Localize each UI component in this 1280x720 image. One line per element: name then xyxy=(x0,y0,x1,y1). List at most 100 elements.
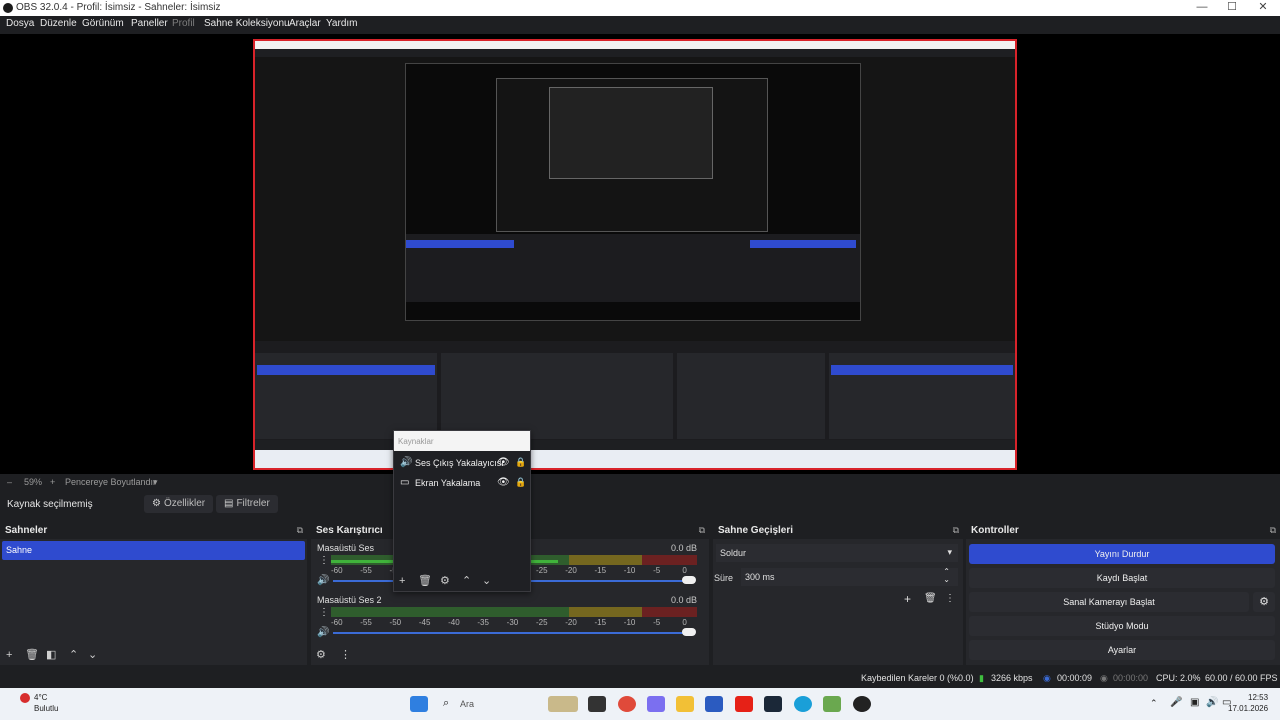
gear-icon[interactable]: ⚙ xyxy=(440,574,450,587)
source-toolbar: Kaynak seçilmemiş ⚙ Özellikler ▤ Filtreler xyxy=(0,492,1280,516)
menu-view[interactable]: Görünüm xyxy=(82,18,124,29)
trash-icon[interactable]: 🗑 xyxy=(924,593,937,604)
preview-canvas[interactable] xyxy=(253,39,1017,470)
speaker-icon[interactable]: 🔊 xyxy=(317,627,329,638)
move-down-icon[interactable]: ⌄ xyxy=(482,574,491,587)
tray-mic-icon[interactable]: 🎤 xyxy=(1170,697,1182,708)
mixer-settings-icon[interactable]: ⚙ xyxy=(316,648,326,661)
weather-temp: 4°C xyxy=(34,693,48,702)
maximize-button[interactable]: ☐ xyxy=(1219,1,1245,15)
gear-icon[interactable]: ⚙ xyxy=(1253,592,1275,612)
close-button[interactable]: ✕ xyxy=(1250,1,1276,15)
status-bar: Kaybedilen Kareler 0 (%0.0) ▮ 3266 kbps … xyxy=(0,668,1280,688)
add-transition-icon[interactable]: + xyxy=(904,592,911,606)
steam-icon[interactable] xyxy=(764,696,782,712)
menu-docks[interactable]: Paneller xyxy=(131,18,168,29)
zoom-out-button[interactable]: – xyxy=(7,477,12,487)
menu-scene-collection[interactable]: Sahne Koleksiyonu xyxy=(204,18,290,29)
volume-slider[interactable] xyxy=(333,632,689,634)
menu-profile[interactable]: Profil xyxy=(172,18,195,29)
scenes-dock: Sahneler ⧉ Sahne + 🗑 ◧ ⌃ ⌄ xyxy=(0,521,307,665)
studio-mode-button[interactable]: Stüdyo Modu xyxy=(969,616,1275,636)
chevron-down-icon: ▾ xyxy=(947,547,952,557)
sources-floating-dock: Kaynaklar 🔊 Ses Çıkış Yakalayıcısı 👁 🔒 ▭… xyxy=(393,430,531,592)
kebab-icon[interactable]: ⋮ xyxy=(319,555,329,566)
copilot-icon[interactable] xyxy=(647,696,665,712)
filter-icon: ▤ xyxy=(224,498,234,509)
eye-icon[interactable]: 👁 xyxy=(497,457,510,468)
zoom-in-button[interactable]: + xyxy=(50,477,55,487)
filters-button[interactable]: ▤ Filtreler xyxy=(216,495,278,513)
chrome-icon[interactable] xyxy=(618,696,636,712)
speaker-icon[interactable]: 🔊 xyxy=(317,575,329,586)
source-item[interactable]: 🔊 Ses Çıkış Yakalayıcısı 👁 🔒 xyxy=(394,454,530,472)
tray-network-icon[interactable]: ▣ xyxy=(1190,697,1199,708)
undock-icon[interactable]: ⧉ xyxy=(699,525,705,536)
bitrate: 3266 kbps xyxy=(991,673,1033,683)
fps: 60.00 / 60.00 FPS xyxy=(1205,673,1278,683)
sources-title: Kaynaklar xyxy=(394,431,530,451)
store-icon[interactable] xyxy=(705,696,723,712)
minimize-button[interactable]: — xyxy=(1189,1,1215,15)
preview-mixer-col xyxy=(441,353,673,439)
undock-icon[interactable]: ⧉ xyxy=(1270,525,1276,536)
trash-icon[interactable]: 🗑 xyxy=(25,648,39,661)
start-virtual-camera-button[interactable]: Sanal Kamerayı Başlat xyxy=(969,592,1249,612)
tray-volume-icon[interactable]: 🔊 xyxy=(1206,697,1218,708)
folder-icon[interactable] xyxy=(676,696,694,712)
spin-arrows-icon[interactable]: ⌃ ⌄ xyxy=(943,568,950,584)
chevron-down-icon[interactable]: ▾ xyxy=(153,477,158,488)
preview-nested-stream-bar xyxy=(750,240,856,248)
duration-value: 300 ms xyxy=(745,572,775,582)
obs-taskbar-icon[interactable] xyxy=(853,696,871,712)
kebab-icon[interactable]: ⋮ xyxy=(945,593,955,604)
edge-icon[interactable] xyxy=(794,696,812,712)
duration-label: Süre xyxy=(714,573,734,583)
menu-tools[interactable]: Araçlar xyxy=(289,18,321,29)
controls-title: Kontroller xyxy=(971,525,1019,536)
no-source-label: Kaynak seçilmemiş xyxy=(7,499,93,510)
scene-filter-icon[interactable]: ◧ xyxy=(46,648,56,661)
taskbar-search[interactable]: Ara xyxy=(460,699,474,709)
lock-icon[interactable]: 🔒 xyxy=(515,477,526,488)
search-icon: ⌕ xyxy=(443,697,450,709)
add-source-icon[interactable]: + xyxy=(399,575,405,587)
menu-edit[interactable]: Düzenle xyxy=(40,18,77,29)
transitions-header: Sahne Geçişleri ⧉ xyxy=(713,521,963,539)
transitions-title: Sahne Geçişleri xyxy=(718,525,794,536)
clock-date[interactable]: 17.01.2026 xyxy=(1228,704,1268,713)
kebab-icon[interactable]: ⋮ xyxy=(319,607,329,618)
volume-knob[interactable] xyxy=(682,576,696,584)
tray-chevron-icon[interactable]: ⌃ xyxy=(1150,698,1158,709)
eye-icon[interactable]: 👁 xyxy=(497,477,510,488)
properties-button[interactable]: ⚙ Özellikler xyxy=(144,495,214,513)
scenes-header: Sahneler ⧉ xyxy=(0,521,307,539)
lock-icon[interactable]: 🔒 xyxy=(515,457,526,468)
move-up-icon[interactable]: ⌃ xyxy=(69,648,78,661)
stop-stream-button[interactable]: Yayını Durdur xyxy=(969,544,1275,564)
menu-file[interactable]: Dosya xyxy=(6,18,34,29)
app-icon[interactable] xyxy=(823,696,841,712)
clock-time[interactable]: 12:53 xyxy=(1248,693,1268,702)
youtube-icon[interactable] xyxy=(735,696,753,712)
transition-value: Soldur xyxy=(720,548,747,558)
undock-icon[interactable]: ⧉ xyxy=(297,525,303,536)
transition-select[interactable]: Soldur ▾ xyxy=(716,544,958,562)
scene-item[interactable]: Sahne xyxy=(2,541,305,560)
undock-icon[interactable]: ⧉ xyxy=(953,525,959,536)
move-down-icon[interactable]: ⌄ xyxy=(88,648,97,661)
move-up-icon[interactable]: ⌃ xyxy=(462,574,471,587)
settings-button[interactable]: Ayarlar xyxy=(969,640,1275,660)
widget-icon[interactable] xyxy=(548,696,578,712)
task-view-icon[interactable] xyxy=(588,696,606,712)
start-icon[interactable] xyxy=(410,696,428,712)
zoom-fit-select[interactable]: Pencereye Boyutlandır xyxy=(65,477,156,487)
kebab-icon[interactable]: ⋮ xyxy=(340,648,351,661)
volume-knob[interactable] xyxy=(682,628,696,636)
menu-help[interactable]: Yardım xyxy=(326,18,358,29)
source-item[interactable]: ▭ Ekran Yakalama 👁 🔒 xyxy=(394,474,530,492)
trash-icon[interactable]: 🗑 xyxy=(418,574,432,587)
duration-input[interactable]: 300 ms ⌃ ⌄ xyxy=(741,568,958,586)
start-recording-button[interactable]: Kaydı Başlat xyxy=(969,568,1275,588)
add-scene-icon[interactable]: + xyxy=(6,649,12,661)
